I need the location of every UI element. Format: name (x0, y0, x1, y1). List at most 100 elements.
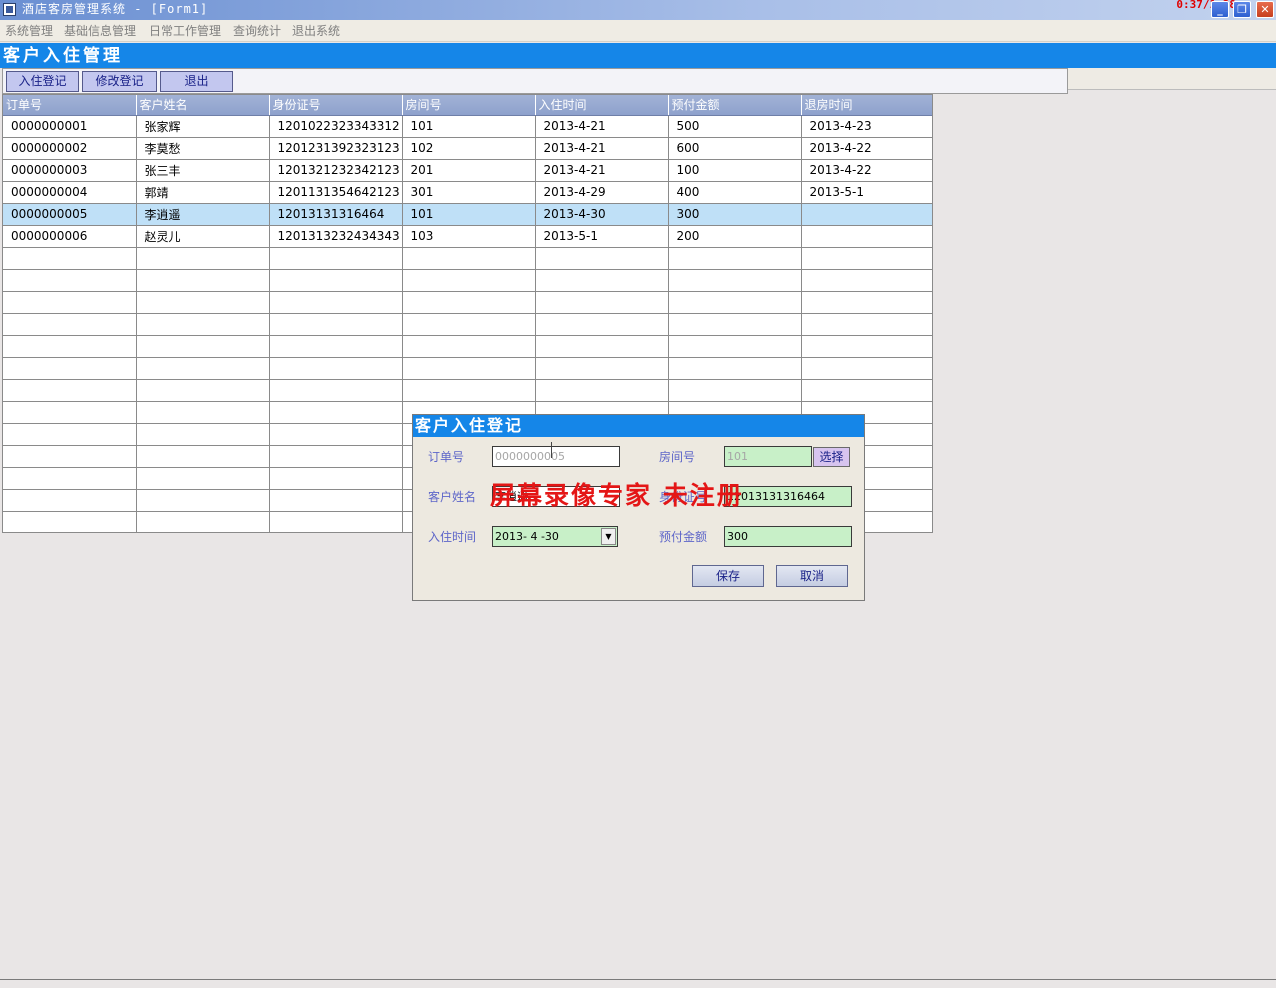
table-cell[interactable]: 张三丰 (136, 159, 270, 182)
table-cell[interactable] (269, 247, 403, 270)
table-cell[interactable] (535, 335, 669, 358)
close-button[interactable]: ✕ (1256, 1, 1274, 18)
table-cell[interactable] (269, 445, 403, 468)
table-cell[interactable] (3, 335, 137, 358)
table-cell[interactable]: 李莫愁 (136, 137, 270, 160)
cancel-button[interactable]: 取消 (776, 565, 848, 587)
table-cell[interactable] (3, 511, 137, 532)
grid-column-header[interactable]: 订单号 (3, 95, 137, 116)
table-cell[interactable]: 郭靖 (136, 181, 270, 204)
chevron-down-icon[interactable]: ▼ (601, 528, 616, 545)
checkin-register-button[interactable]: 入住登记 (6, 71, 79, 92)
table-cell[interactable] (136, 489, 270, 512)
table-cell[interactable]: 2013-4-21 (535, 115, 669, 138)
table-cell[interactable] (3, 269, 137, 292)
menu-exit-system[interactable]: 退出系统 (292, 23, 340, 39)
table-cell[interactable] (136, 445, 270, 468)
table-cell[interactable]: 1201022323343312 (269, 115, 403, 138)
table-cell[interactable]: 0000000006 (3, 225, 137, 248)
table-cell[interactable] (801, 291, 932, 314)
table-cell[interactable] (269, 511, 403, 532)
table-cell[interactable] (136, 357, 270, 380)
table-cell[interactable]: 李逍遥 (136, 203, 270, 226)
empty-table-row[interactable] (3, 357, 932, 380)
table-cell[interactable] (668, 379, 802, 402)
empty-table-row[interactable] (3, 379, 932, 402)
table-cell[interactable] (3, 313, 137, 336)
table-row[interactable]: 0000000003 张三丰 1201321232342123 201 2013-4-2… (3, 159, 932, 182)
table-cell[interactable] (136, 269, 270, 292)
table-cell[interactable]: 2013-4-22 (801, 159, 932, 182)
empty-table-row[interactable] (3, 269, 932, 292)
table-cell[interactable] (136, 423, 270, 446)
room-no-field[interactable]: 101 (724, 446, 812, 467)
table-cell[interactable]: 张家辉 (136, 115, 270, 138)
table-cell[interactable]: 500 (668, 115, 802, 138)
table-cell[interactable] (269, 423, 403, 446)
table-row[interactable]: 0000000006 赵灵儿 1201313232434343 103 2013-5-1… (3, 225, 932, 248)
grid-column-header[interactable]: 预付金额 (668, 95, 802, 116)
empty-table-row[interactable] (3, 313, 932, 336)
grid-column-header[interactable]: 入住时间 (535, 95, 669, 116)
table-cell[interactable] (136, 511, 270, 532)
table-cell[interactable] (668, 291, 802, 314)
table-cell[interactable] (3, 357, 137, 380)
table-cell[interactable]: 102 (402, 137, 536, 160)
restore-button[interactable]: ❐ (1233, 1, 1251, 18)
table-cell[interactable]: 201 (402, 159, 536, 182)
table-cell[interactable]: 12013131316464 (269, 203, 403, 226)
table-cell[interactable]: 2013-4-21 (535, 137, 669, 160)
table-cell[interactable]: 2013-4-30 (535, 203, 669, 226)
table-cell[interactable] (801, 225, 932, 248)
table-cell[interactable]: 103 (402, 225, 536, 248)
table-cell[interactable] (402, 269, 536, 292)
grid-column-header[interactable]: 房间号 (402, 95, 536, 116)
table-cell[interactable]: 2013-4-23 (801, 115, 932, 138)
save-button[interactable]: 保存 (692, 565, 764, 587)
table-cell[interactable]: 2013-4-29 (535, 181, 669, 204)
table-cell[interactable] (136, 335, 270, 358)
table-cell[interactable] (3, 247, 137, 270)
table-cell[interactable]: 101 (402, 203, 536, 226)
grid-column-header[interactable]: 客户姓名 (136, 95, 270, 116)
deposit-field[interactable]: 300 (724, 526, 852, 547)
table-cell[interactable]: 400 (668, 181, 802, 204)
table-cell[interactable] (402, 357, 536, 380)
table-cell[interactable]: 0000000005 (3, 203, 137, 226)
table-cell[interactable]: 2013-4-22 (801, 137, 932, 160)
table-cell[interactable]: 0000000002 (3, 137, 137, 160)
table-cell[interactable]: 300 (668, 203, 802, 226)
table-cell[interactable] (136, 467, 270, 490)
table-cell[interactable] (668, 357, 802, 380)
table-cell[interactable]: 赵灵儿 (136, 225, 270, 248)
table-cell[interactable] (3, 291, 137, 314)
table-cell[interactable]: 200 (668, 225, 802, 248)
table-cell[interactable] (269, 401, 403, 424)
grid-column-header[interactable]: 身份证号 (269, 95, 403, 116)
table-cell[interactable]: 600 (668, 137, 802, 160)
table-cell[interactable] (269, 379, 403, 402)
table-cell[interactable] (3, 423, 137, 446)
table-cell[interactable] (535, 379, 669, 402)
table-cell[interactable]: 1201321232342123 (269, 159, 403, 182)
table-cell[interactable] (136, 379, 270, 402)
table-cell[interactable] (269, 357, 403, 380)
table-cell[interactable]: 0000000003 (3, 159, 137, 182)
table-cell[interactable] (801, 269, 932, 292)
empty-table-row[interactable] (3, 291, 932, 314)
exit-button[interactable]: 退出 (160, 71, 233, 92)
table-cell[interactable]: 2013-4-21 (535, 159, 669, 182)
table-cell[interactable] (136, 401, 270, 424)
table-cell[interactable] (269, 467, 403, 490)
table-cell[interactable]: 301 (402, 181, 536, 204)
grid-column-header[interactable]: 退房时间 (801, 95, 932, 116)
table-cell[interactable]: 101 (402, 115, 536, 138)
minimize-button[interactable]: _ (1211, 1, 1229, 18)
table-cell[interactable] (402, 291, 536, 314)
table-cell[interactable]: 2013-5-1 (535, 225, 669, 248)
table-cell[interactable] (3, 467, 137, 490)
table-cell[interactable] (668, 335, 802, 358)
table-cell[interactable] (535, 313, 669, 336)
table-cell[interactable] (801, 203, 932, 226)
table-cell[interactable] (3, 445, 137, 468)
